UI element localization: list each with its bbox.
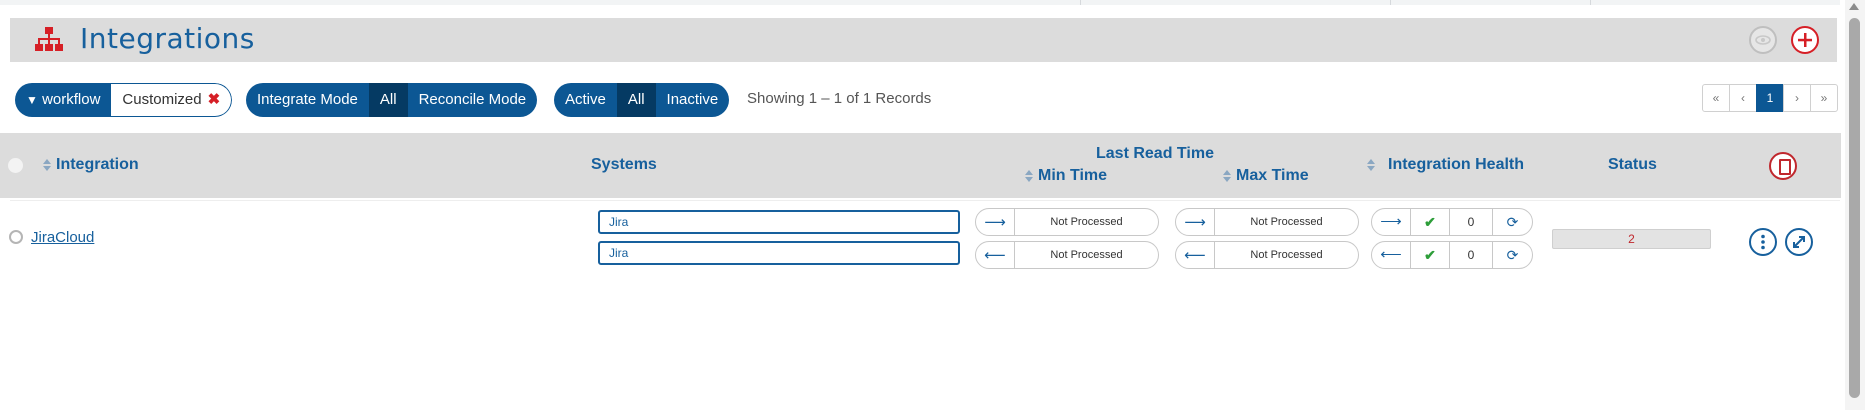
column-integration[interactable]: Integration	[43, 156, 139, 174]
arrow-left-icon: ⟵	[1372, 242, 1411, 268]
close-icon[interactable]: ✖	[208, 91, 221, 108]
mode-all-button[interactable]: All	[368, 83, 408, 117]
next-page-button[interactable]: ›	[1783, 84, 1811, 112]
column-systems: Systems	[591, 156, 657, 173]
top-strip	[0, 0, 1840, 5]
workflow-filter-value[interactable]: Customized ✖	[111, 83, 233, 117]
min-time-in: ⟵ Not Processed	[975, 241, 1159, 269]
sitemap-icon	[35, 27, 63, 51]
active-button[interactable]: Active	[554, 83, 617, 117]
reconcile-mode-button[interactable]: Reconcile Mode	[407, 83, 538, 117]
min-time-value: Not Processed	[1050, 216, 1123, 228]
expand-button[interactable]	[1785, 228, 1813, 256]
arrow-right-icon: ⟶	[1372, 209, 1411, 235]
column-integration-health[interactable]: Integration Health	[1367, 156, 1524, 174]
row-select-radio[interactable]	[9, 230, 23, 244]
check-icon: ✔	[1411, 242, 1450, 268]
add-integration-button[interactable]	[1791, 26, 1819, 54]
filter-icon: ▼	[26, 93, 38, 107]
row-divider	[10, 200, 1840, 201]
scroll-thumb[interactable]	[1849, 18, 1860, 398]
arrow-left-icon: ⟵	[1176, 242, 1215, 268]
top-strip-segment	[1080, 0, 1390, 5]
system-field[interactable]: Jira	[598, 210, 960, 234]
health-count: 0	[1450, 209, 1493, 235]
more-vertical-icon	[1761, 234, 1765, 250]
status-badge: 2	[1552, 229, 1711, 249]
first-page-button[interactable]: «	[1702, 84, 1730, 112]
max-time-in: ⟵ Not Processed	[1175, 241, 1359, 269]
inactive-button[interactable]: Inactive	[655, 83, 730, 117]
health-count: 0	[1450, 242, 1493, 268]
select-all-radio[interactable]	[8, 158, 23, 173]
integration-link[interactable]: JiraCloud	[31, 229, 94, 246]
check-icon: ✔	[1411, 209, 1450, 235]
vertical-scrollbar[interactable]	[1845, 0, 1865, 410]
workflow-filter[interactable]: ▼ workflow Customized ✖	[15, 83, 233, 117]
refresh-icon[interactable]: ⟳	[1493, 242, 1532, 268]
refresh-icon[interactable]: ⟳	[1493, 209, 1532, 235]
max-time-value: Not Processed	[1250, 249, 1323, 261]
arrow-left-icon: ⟵	[976, 242, 1015, 268]
sort-icon	[1367, 158, 1375, 171]
toggle-visibility-button[interactable]	[1749, 26, 1777, 54]
sort-icon	[1223, 169, 1231, 182]
sort-icon	[1025, 169, 1033, 182]
scroll-up-icon[interactable]	[1849, 3, 1859, 10]
min-time-value: Not Processed	[1050, 249, 1123, 261]
column-min-time[interactable]: Min Time	[1025, 167, 1107, 185]
plus-circle-icon	[1798, 33, 1812, 47]
arrow-right-icon: ⟶	[976, 209, 1015, 235]
page-button[interactable]: 1	[1756, 84, 1784, 112]
column-last-read-time: Last Read Time	[1096, 145, 1214, 162]
sort-icon	[43, 158, 51, 171]
page-header: Integrations	[10, 18, 1837, 62]
mode-toggle[interactable]: Integrate Mode All Reconcile Mode	[246, 83, 538, 117]
table-header: Integration Systems Last Read Time Min T…	[0, 133, 1841, 198]
arrow-right-icon: ⟶	[1176, 209, 1215, 235]
column-status: Status	[1608, 156, 1657, 173]
min-time-out: ⟶ Not Processed	[975, 208, 1159, 236]
health-out: ⟶ ✔ 0 ⟳	[1371, 208, 1533, 236]
max-time-out: ⟶ Not Processed	[1175, 208, 1359, 236]
more-options-button[interactable]	[1749, 228, 1777, 256]
top-strip-segment	[1590, 0, 1840, 5]
page-title: Integrations	[80, 22, 255, 55]
records-count: Showing 1 – 1 of 1 Records	[747, 90, 932, 107]
prev-page-button[interactable]: ‹	[1729, 84, 1757, 112]
system-field[interactable]: Jira	[598, 241, 960, 265]
state-all-button[interactable]: All	[616, 83, 656, 117]
last-page-button[interactable]: »	[1810, 84, 1838, 112]
health-in: ⟵ ✔ 0 ⟳	[1371, 241, 1533, 269]
top-strip-segment	[1390, 0, 1590, 5]
max-time-value: Not Processed	[1250, 216, 1323, 228]
export-icon[interactable]	[1769, 152, 1797, 180]
state-toggle[interactable]: Active All Inactive	[554, 83, 730, 117]
pagination: « ‹ 1 › »	[1702, 84, 1838, 112]
column-max-time[interactable]: Max Time	[1223, 167, 1309, 185]
workflow-filter-label[interactable]: ▼ workflow	[15, 83, 112, 117]
expand-icon	[1793, 236, 1805, 248]
integrate-mode-button[interactable]: Integrate Mode	[246, 83, 369, 117]
eye-icon	[1755, 35, 1771, 45]
